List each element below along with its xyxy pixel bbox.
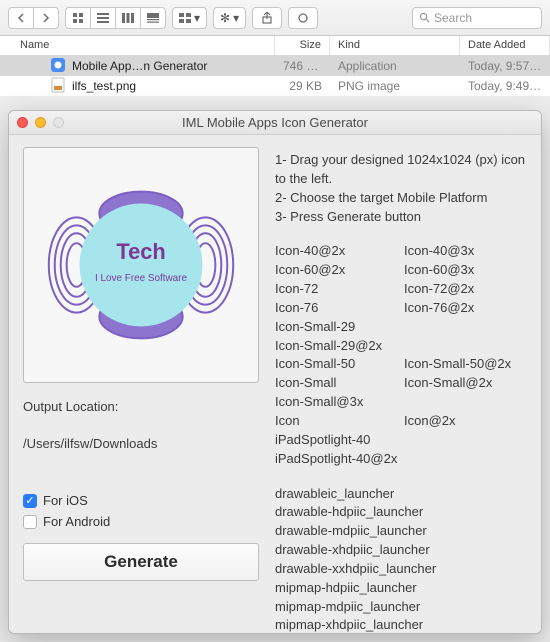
checkbox-icon: ✓ [23, 494, 37, 508]
action-button[interactable]: ✻▾ [213, 7, 246, 29]
nav-buttons [8, 7, 59, 29]
ios-icons-list: Icon-40@2xIcon-40@3xIcon-60@2xIcon-60@3x… [275, 242, 529, 468]
column-name[interactable]: Name [0, 36, 275, 55]
chevron-down-icon: ▾ [233, 11, 239, 25]
file-size: 29 KB [275, 79, 330, 93]
ios-icon-item: iPadSpotlight-40 [275, 431, 529, 450]
output-location-label: Output Location: [23, 399, 259, 414]
search-icon [419, 12, 430, 23]
ios-icon-item: Icon-Small@2x [404, 374, 529, 393]
android-icon-item: drawable-mdpiic_launcher [275, 522, 529, 541]
checkbox-label: For Android [43, 514, 110, 529]
icon-drop-area[interactable]: Tech I Love Free Software [23, 147, 259, 383]
file-row[interactable]: Mobile App…n Generator 746 KBApplicationT… [0, 56, 550, 76]
right-pane: 1- Drag your designed 1024x1024 (px) ico… [271, 135, 541, 633]
instruction-line: 3- Press Generate button [275, 208, 529, 227]
instruction-line: 1- Drag your designed 1024x1024 (px) ico… [275, 151, 529, 189]
column-date[interactable]: Date Added [460, 36, 550, 55]
column-size[interactable]: Size [275, 36, 330, 55]
finder-list: Name Size Kind Date Added Mobile App…n G… [0, 36, 550, 96]
tags-button[interactable] [288, 7, 318, 29]
file-kind: Application [330, 59, 460, 73]
icon-view-button[interactable] [65, 7, 91, 29]
generate-button[interactable]: Generate [23, 543, 259, 581]
file-name: ilfs_test.png [72, 79, 136, 93]
close-button[interactable] [17, 117, 28, 128]
list-header: Name Size Kind Date Added [0, 36, 550, 56]
ios-icon-item: Icon-Small-29 [275, 318, 529, 337]
android-icon-item: mipmap-mdpiic_launcher [275, 598, 529, 617]
icon-title: Tech [116, 239, 165, 264]
ios-icon-item: Icon-76 [275, 299, 400, 318]
checkbox-icon [23, 515, 37, 529]
chevron-down-icon: ▾ [194, 11, 200, 25]
file-name: Mobile App…n Generator [72, 59, 207, 73]
arrange-button[interactable]: ▾ [172, 7, 207, 29]
coverflow-view-button[interactable] [140, 7, 166, 29]
app-window: IML Mobile Apps Icon Generator [8, 110, 542, 634]
icon-subtitle: I Love Free Software [95, 273, 187, 284]
forward-button[interactable] [33, 7, 59, 29]
window-controls [17, 117, 64, 128]
zoom-button[interactable] [53, 117, 64, 128]
ios-icon-item: Icon-Small-50 [275, 355, 400, 374]
output-location-path: /Users/ilfsw/Downloads [23, 436, 259, 451]
android-icon-item: drawable-xxhdpiic_launcher [275, 560, 529, 579]
column-view-button[interactable] [115, 7, 141, 29]
list-view-button[interactable] [90, 7, 116, 29]
android-icon-item: drawable-hdpiic_launcher [275, 503, 529, 522]
android-icon-item: mipmap-xhdpiic_launcher [275, 616, 529, 634]
ios-icon-item: Icon-60@3x [404, 261, 529, 280]
android-icon-item: mipmap-hdpiic_launcher [275, 579, 529, 598]
file-icon [50, 77, 66, 96]
back-button[interactable] [8, 7, 34, 29]
finder-toolbar: ▾ ✻▾ Search [0, 0, 550, 36]
ios-icon-item: Icon-Small@3x [275, 393, 529, 412]
left-pane: Tech I Love Free Software Output Locatio… [9, 135, 271, 633]
view-mode-segment [65, 7, 166, 29]
file-size: 746 KB [275, 59, 330, 73]
file-icon [50, 57, 66, 76]
instruction-line: 2- Choose the target Mobile Platform [275, 189, 529, 208]
android-icon-item: drawable-xhdpiic_launcher [275, 541, 529, 560]
checkbox-ios[interactable]: ✓ For iOS [23, 493, 259, 508]
ios-icon-item: Icon-Small [275, 374, 400, 393]
ios-icon-item: Icon-76@2x [404, 299, 529, 318]
ios-icon-item: Icon-40@3x [404, 242, 529, 261]
android-icon-item: drawableic_launcher [275, 485, 529, 504]
ios-icon-item: iPadSpotlight-40@2x [275, 450, 529, 469]
ios-icon-item: Icon [275, 412, 400, 431]
titlebar[interactable]: IML Mobile Apps Icon Generator [9, 111, 541, 135]
file-date: Today, 9:57 PM [460, 59, 550, 73]
file-row[interactable]: ilfs_test.png 29 KBPNG imageToday, 9:49 P… [0, 76, 550, 96]
share-button[interactable] [252, 7, 282, 29]
ios-icon-item: Icon-Small-29@2x [275, 337, 529, 356]
ios-icon-item: Icon-40@2x [275, 242, 400, 261]
ios-icon-item: Icon-72 [275, 280, 400, 299]
gear-icon: ✻ [220, 11, 230, 25]
ios-icon-item: Icon-60@2x [275, 261, 400, 280]
instructions: 1- Drag your designed 1024x1024 (px) ico… [275, 151, 529, 226]
checkbox-label: For iOS [43, 493, 88, 508]
ios-icon-item: Icon-Small-50@2x [404, 355, 529, 374]
file-date: Today, 9:49 PM [460, 79, 550, 93]
minimize-button[interactable] [35, 117, 46, 128]
column-kind[interactable]: Kind [330, 36, 460, 55]
window-title: IML Mobile Apps Icon Generator [9, 115, 541, 130]
checkbox-android[interactable]: For Android [23, 514, 259, 529]
android-icons-list: drawableic_launcherdrawable-hdpiic_launc… [275, 485, 529, 635]
search-input[interactable]: Search [412, 7, 542, 29]
ios-icon-item: Icon@2x [404, 412, 529, 431]
file-kind: PNG image [330, 79, 460, 93]
search-placeholder: Search [434, 11, 472, 25]
ios-icon-item: Icon-72@2x [404, 280, 529, 299]
